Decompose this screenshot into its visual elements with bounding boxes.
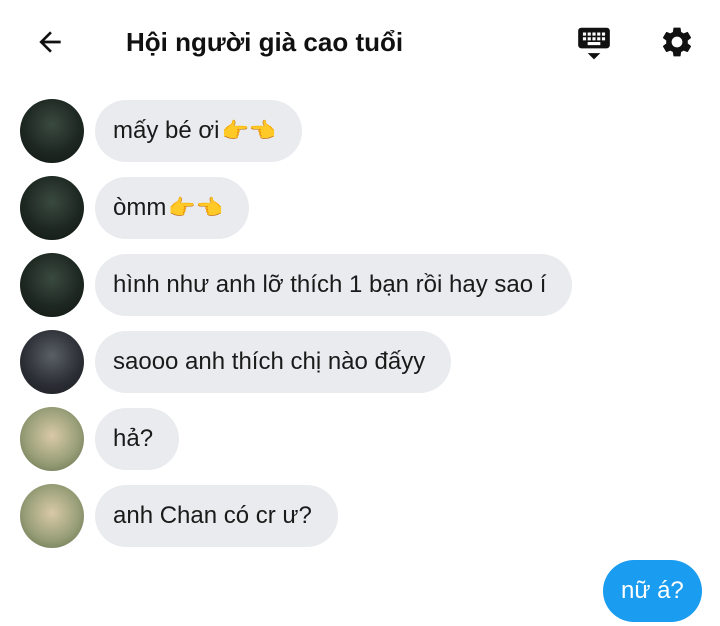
message-bubble[interactable]: hình như anh lỡ thích 1 bạn rồi hay sao … [95, 254, 573, 316]
avatar[interactable] [20, 407, 84, 471]
outgoing-message-bubble[interactable]: nữ á? [603, 560, 702, 622]
message-text: saooo anh thích chị nào đấyy [113, 348, 426, 375]
avatar[interactable] [20, 176, 84, 240]
message-bubble[interactable]: òmm 👉👈 [95, 177, 250, 239]
message-row: anh Chan có cr ư? [20, 484, 338, 548]
pointing-hands-emoji: 👉👈 [168, 195, 224, 220]
message-text: hình như anh lỡ thích 1 bạn rồi hay sao … [113, 271, 547, 298]
message-row: hình như anh lỡ thích 1 bạn rồi hay sao … [20, 253, 573, 317]
message-text: mấy bé ơi [113, 117, 220, 144]
message-text: anh Chan có cr ư? [113, 502, 312, 529]
message-text: hả? [113, 425, 154, 452]
message-row: mấy bé ơi 👉👈 [20, 99, 303, 163]
message-bubble[interactable]: anh Chan có cr ư? [95, 485, 338, 547]
message-bubble[interactable]: saooo anh thích chị nào đấyy [95, 331, 452, 393]
message-list: mấy bé ơi 👉👈 òmm 👉👈 hình như anh lỡ thíc… [0, 0, 720, 626]
message-row: saooo anh thích chị nào đấyy [20, 330, 452, 394]
avatar[interactable] [20, 99, 84, 163]
message-bubble[interactable]: hả? [95, 408, 180, 470]
avatar[interactable] [20, 484, 84, 548]
message-row: òmm 👉👈 [20, 176, 250, 240]
message-row: hả? [20, 407, 180, 471]
avatar[interactable] [20, 253, 84, 317]
message-text: nữ á? [621, 577, 684, 604]
avatar[interactable] [20, 330, 84, 394]
message-bubble[interactable]: mấy bé ơi 👉👈 [95, 100, 303, 162]
message-text: òmm [113, 194, 167, 221]
pointing-hands-emoji: 👉👈 [221, 118, 277, 143]
